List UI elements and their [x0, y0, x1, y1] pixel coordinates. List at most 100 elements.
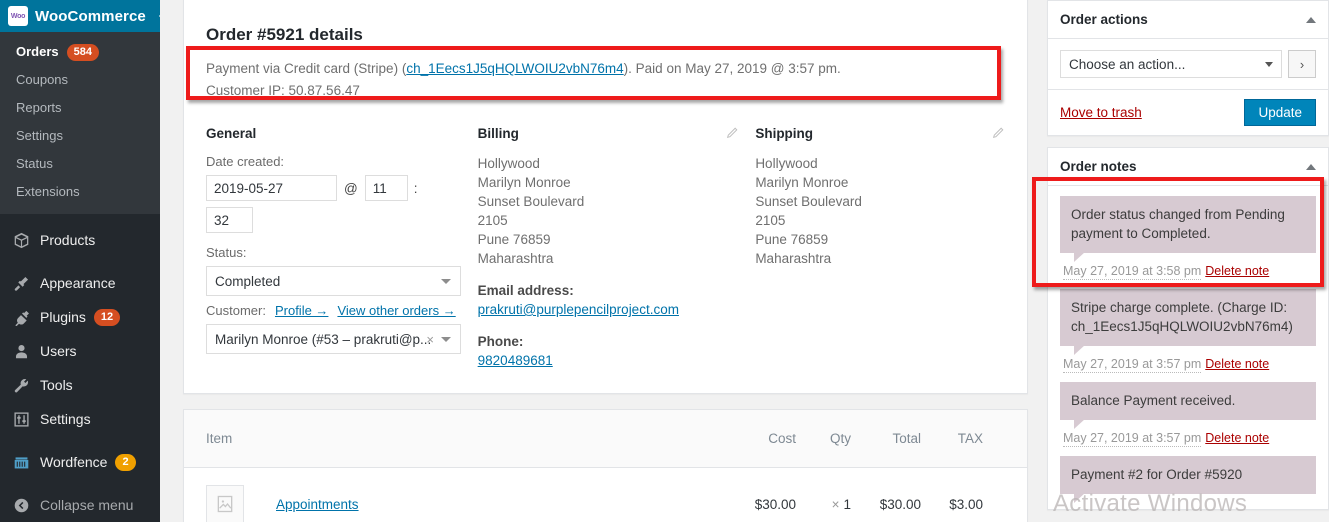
page-title: Order #5921 details — [206, 25, 363, 44]
order-actions-header[interactable]: Order actions — [1048, 1, 1328, 39]
item-qty: × 1 — [796, 497, 851, 512]
sidebar-item-status[interactable]: Status — [0, 150, 160, 178]
collapse-arrow-icon — [11, 495, 31, 515]
chevron-down-icon — [441, 279, 451, 284]
charge-id-link[interactable]: ch_1Eecs1J5qHQLWOIU2vbN76m4 — [406, 61, 623, 76]
customer-select[interactable]: Marilyn Monroe (#53 – prakruti@p... × — [206, 324, 461, 354]
general-column: General Date created: @ : Status: Comple… — [206, 126, 478, 370]
order-items-panel: Item Cost Qty Total TAX Appointments $30… — [183, 409, 1028, 522]
sidebar-item-plugins[interactable]: Plugins 12 — [0, 300, 160, 334]
sidebar-item-reports[interactable]: Reports — [0, 94, 160, 122]
sidebar-item-label: Tools — [40, 377, 73, 393]
item-total: $30.00 — [879, 496, 921, 512]
minute-input[interactable] — [206, 207, 253, 233]
column-header-tax: TAX — [957, 431, 983, 446]
order-actions-row: Choose an action... › — [1048, 39, 1328, 90]
sidebar-item-label: Extensions — [16, 184, 80, 199]
billing-address-line: Pune 76859 — [477, 232, 551, 247]
hour-input[interactable] — [364, 175, 408, 201]
choose-action-value: Choose an action... — [1069, 56, 1186, 72]
customer-select-value: Marilyn Monroe (#53 – prakruti@p... — [215, 331, 432, 347]
date-created-row: @ : — [206, 175, 478, 201]
sidebar-item-coupons[interactable]: Coupons — [0, 66, 160, 94]
order-status-select[interactable]: Completed — [206, 266, 461, 296]
woocommerce-brand-header[interactable]: Woo WooCommerce — [0, 0, 168, 32]
woocommerce-logo-text: Woo — [10, 12, 26, 20]
sidebar-item-extensions[interactable]: Extensions — [0, 178, 160, 206]
shipping-address-line: Pune 76859 — [755, 232, 829, 247]
sidebar-item-appearance[interactable]: Appearance — [0, 266, 160, 300]
collapse-menu-label: Collapse menu — [40, 497, 134, 513]
list-item: Order status changed from Pending paymen… — [1060, 196, 1316, 280]
box-icon — [11, 230, 31, 250]
user-icon — [11, 341, 31, 361]
sidebar-item-label: Appearance — [40, 275, 116, 291]
list-item: Stripe charge complete. (Charge ID: ch_1… — [1060, 289, 1316, 373]
date-created-input[interactable] — [206, 175, 337, 201]
order-sidebar-rail: Order actions Choose an action... › Move… — [1047, 0, 1329, 522]
menu-divider — [0, 479, 160, 488]
column-header-item: Item — [206, 431, 233, 446]
view-other-orders-link[interactable]: View other orders → — [337, 303, 455, 318]
table-row: Appointments $30.00 × 1 $30.00 $3.00 — [184, 468, 1027, 522]
sidebar-item-orders[interactable]: Orders 584 — [0, 38, 160, 66]
colon-separator: : — [413, 180, 418, 196]
update-button[interactable]: Update — [1244, 99, 1316, 126]
sidebar-item-label: Settings — [40, 411, 91, 427]
chevron-down-icon — [441, 337, 451, 342]
item-cell: Appointments — [184, 485, 724, 522]
chevron-up-icon[interactable] — [1306, 163, 1316, 170]
menu-divider — [0, 257, 160, 266]
column-header-qty: Qty — [829, 431, 851, 446]
choose-action-select[interactable]: Choose an action... — [1060, 50, 1282, 78]
shipping-edit-pencil-icon[interactable] — [991, 126, 1005, 140]
move-to-trash-link[interactable]: Move to trash — [1060, 105, 1142, 120]
apply-action-button[interactable]: › — [1288, 50, 1316, 78]
delete-note-link[interactable]: Delete note — [1205, 431, 1269, 445]
sidebar-item-label: Plugins — [40, 309, 86, 325]
sidebar-item-wordfence[interactable]: Wordfence 2 — [0, 445, 160, 479]
chevron-down-icon — [1265, 62, 1273, 67]
billing-column: Billing Hollywood Marilyn Monroe Sunset … — [478, 126, 756, 370]
delete-note-link[interactable]: Delete note — [1205, 357, 1269, 371]
sliders-icon — [11, 409, 31, 429]
order-notes-header[interactable]: Order notes — [1048, 148, 1328, 186]
order-data-panel: Order #5921 details Payment via Credit c… — [183, 0, 1028, 394]
date-created-label: Date created: — [206, 154, 285, 169]
customer-profile-link[interactable]: Profile → — [275, 303, 328, 318]
email-label: Email address: — [477, 283, 574, 298]
payment-summary: Payment via Credit card (Stripe) (ch_1Ee… — [189, 52, 1022, 110]
woocommerce-brand-title: WooCommerce — [35, 7, 146, 25]
delete-note-link[interactable]: Delete note — [1205, 264, 1269, 278]
shipping-address: Hollywood Marilyn Monroe Sunset Boulevar… — [755, 154, 1005, 268]
product-name-link[interactable]: Appointments — [276, 497, 359, 512]
customer-links-row: Customer: Profile → View other orders → — [206, 303, 478, 318]
note-text: Balance Payment received. — [1060, 382, 1316, 429]
woocommerce-logo-icon: Woo — [8, 6, 28, 26]
note-text: Stripe charge complete. (Charge ID: ch_1… — [1060, 289, 1316, 355]
menu-divider — [0, 214, 160, 223]
phone-label: Phone: — [477, 334, 524, 349]
shipping-address-line: Sunset Boulevard — [755, 194, 862, 209]
sidebar-item-label: Products — [40, 232, 96, 248]
sidebar-item-products[interactable]: Products — [0, 223, 160, 257]
sidebar-item-settings[interactable]: Settings — [0, 122, 160, 150]
sidebar-item-label: Users — [40, 343, 77, 359]
billing-address-line: Sunset Boulevard — [477, 194, 585, 209]
chevron-up-icon[interactable] — [1306, 16, 1316, 23]
collapse-menu-button[interactable]: Collapse menu — [0, 488, 160, 522]
sidebar-item-settings-main[interactable]: Settings — [0, 402, 160, 436]
billing-email-link[interactable]: prakruti@purplepencilproject.com — [478, 302, 679, 317]
billing-phone-link[interactable]: 9820489681 — [478, 353, 553, 368]
sidebar-item-users[interactable]: Users — [0, 334, 160, 368]
status-label: Status: — [206, 245, 247, 260]
shipping-address-line: 2105 — [755, 213, 786, 228]
wordfence-count-badge: 2 — [115, 453, 136, 471]
note-text: Payment #2 for Order #5920 — [1060, 456, 1316, 503]
sidebar-item-tools[interactable]: Tools — [0, 368, 160, 402]
at-separator: @ — [344, 180, 358, 196]
billing-edit-pencil-icon[interactable] — [725, 126, 739, 140]
product-placeholder-image-icon — [206, 485, 244, 522]
clear-customer-icon[interactable]: × — [426, 332, 434, 347]
sidebar-item-label: Coupons — [16, 72, 69, 87]
